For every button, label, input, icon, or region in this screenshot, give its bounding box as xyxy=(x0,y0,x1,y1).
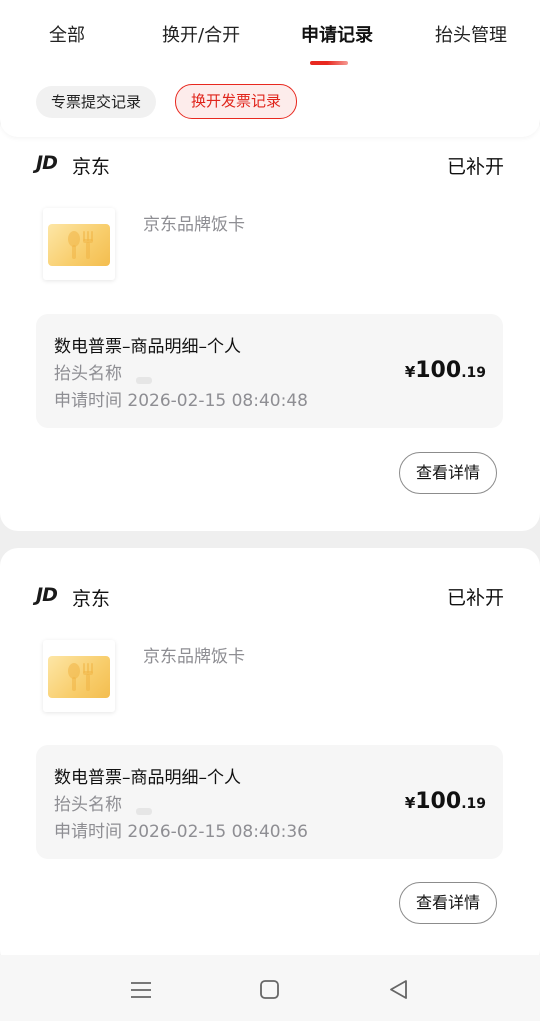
record-card: JD 京东 已补开 京东品牌饭卡 数电普票–商品明细–个人 抬头名称 申请时间 … xyxy=(0,548,540,968)
tab-application-records[interactable]: 申请记录 xyxy=(301,20,373,52)
amount-decimal: .19 xyxy=(461,796,486,812)
filter-chips: 专票提交记录 换开发票记录 xyxy=(0,84,540,122)
currency-symbol: ¥ xyxy=(404,363,416,381)
apply-time-value: 2026-02-15 08:40:36 xyxy=(127,822,308,842)
apply-time-label: 申请时间 xyxy=(54,822,122,842)
currency-symbol: ¥ xyxy=(404,794,416,812)
invoice-amount: ¥100.19 xyxy=(405,358,486,383)
tab-title-management[interactable]: 抬头管理 xyxy=(435,20,507,52)
invoice-header-line: 抬头名称 xyxy=(54,790,152,815)
shop-name[interactable]: 京东 xyxy=(72,584,110,611)
view-details-button[interactable]: 查看详情 xyxy=(399,452,497,494)
gift-card-icon xyxy=(48,224,110,266)
invoice-type: 数电普票–商品明细–个人 xyxy=(54,768,241,788)
amount-integer: 100 xyxy=(415,789,462,814)
apply-time-line: 申请时间 2026-02-15 08:40:48 xyxy=(54,386,308,411)
invoice-header-label: 抬头名称 xyxy=(54,795,122,815)
tab-bar: 全部 换开/合开 申请记录 抬头管理 xyxy=(0,20,540,70)
menu-icon[interactable] xyxy=(126,975,156,1005)
product-thumbnail[interactable] xyxy=(43,640,115,712)
apply-time-label: 申请时间 xyxy=(54,391,122,411)
masked-header-value xyxy=(136,377,152,384)
invoice-header-label: 抬头名称 xyxy=(54,364,122,384)
record-card: JD 京东 已补开 京东品牌饭卡 数电普票–商品明细–个人 抬头名称 申请时间 … xyxy=(0,110,540,531)
home-icon[interactable] xyxy=(255,975,285,1005)
back-icon[interactable] xyxy=(384,975,414,1005)
amount-decimal: .19 xyxy=(461,365,486,381)
filter-reissue-invoice-records[interactable]: 换开发票记录 xyxy=(175,84,298,119)
invoice-amount: ¥100.19 xyxy=(405,789,486,814)
status-badge: 已补开 xyxy=(446,587,504,609)
invoice-info-box[interactable]: 数电普票–商品明细–个人 抬头名称 申请时间 2026-02-15 08:40:… xyxy=(36,314,503,428)
top-header: 全部 换开/合开 申请记录 抬头管理 专票提交记录 换开发票记录 xyxy=(0,0,540,137)
system-nav-bar xyxy=(0,955,540,1021)
filter-special-invoice-records[interactable]: 专票提交记录 xyxy=(36,86,157,118)
invoice-type: 数电普票–商品明细–个人 xyxy=(54,337,241,357)
status-badge: 已补开 xyxy=(446,156,504,178)
shop-name[interactable]: 京东 xyxy=(72,152,110,179)
jd-logo-icon: JD xyxy=(36,584,58,606)
active-tab-indicator xyxy=(310,61,348,65)
apply-time-value: 2026-02-15 08:40:48 xyxy=(127,391,308,411)
product-thumbnail[interactable] xyxy=(43,208,115,280)
product-name[interactable]: 京东品牌饭卡 xyxy=(143,210,245,235)
product-name[interactable]: 京东品牌饭卡 xyxy=(143,642,245,667)
amount-integer: 100 xyxy=(415,358,462,383)
invoice-info-box[interactable]: 数电普票–商品明细–个人 抬头名称 申请时间 2026-02-15 08:40:… xyxy=(36,745,503,859)
apply-time-line: 申请时间 2026-02-15 08:40:36 xyxy=(54,817,308,842)
invoice-header-line: 抬头名称 xyxy=(54,359,152,384)
masked-header-value xyxy=(136,808,152,815)
gift-card-icon xyxy=(48,656,110,698)
tab-all[interactable]: 全部 xyxy=(49,20,85,52)
jd-logo-icon: JD xyxy=(36,152,58,174)
tab-reissue-merge[interactable]: 换开/合开 xyxy=(162,20,240,52)
view-details-button[interactable]: 查看详情 xyxy=(399,882,497,924)
